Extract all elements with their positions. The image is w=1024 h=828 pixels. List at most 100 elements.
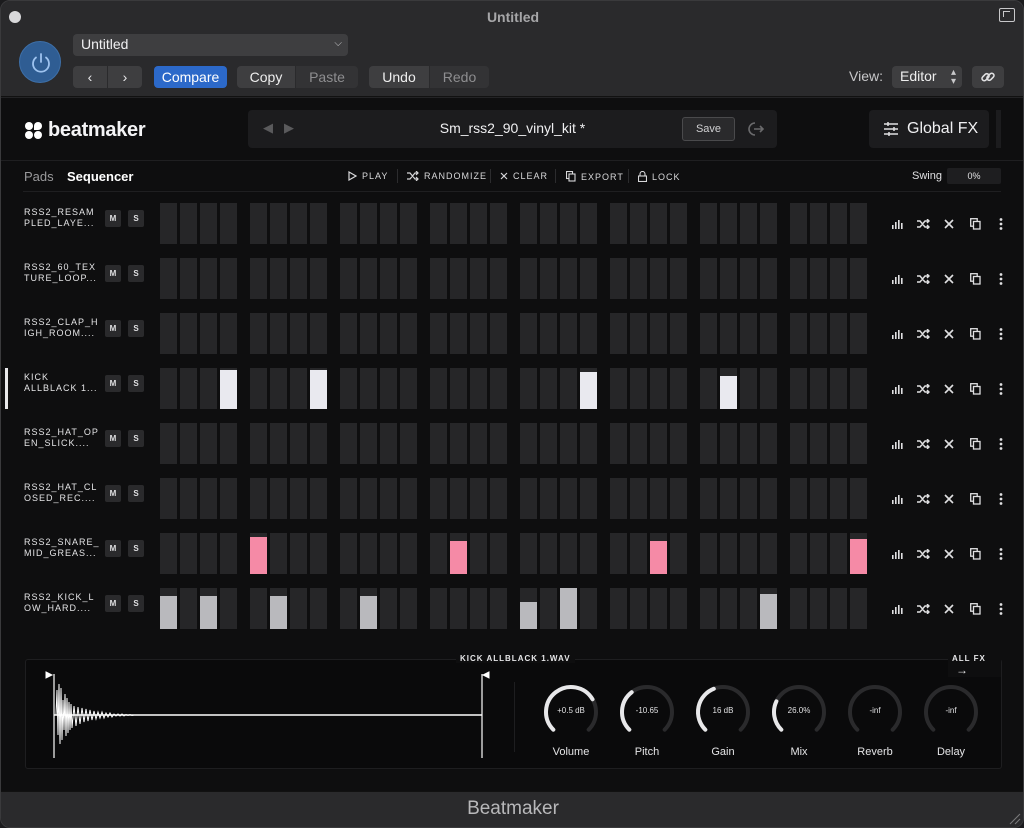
step-cell[interactable] bbox=[650, 478, 667, 519]
step-cell[interactable] bbox=[310, 478, 327, 519]
step-cell[interactable] bbox=[760, 533, 777, 574]
step-cell[interactable] bbox=[610, 368, 627, 409]
step-cell[interactable] bbox=[740, 368, 757, 409]
step-cell[interactable] bbox=[740, 258, 757, 299]
close-icon[interactable] bbox=[936, 270, 962, 288]
solo-button[interactable]: S bbox=[128, 485, 144, 502]
step-cell[interactable] bbox=[490, 533, 507, 574]
step-cell[interactable] bbox=[760, 313, 777, 354]
export-button[interactable]: EXPORT bbox=[566, 171, 624, 182]
step-cell[interactable] bbox=[850, 478, 867, 519]
step-cell[interactable] bbox=[250, 478, 267, 519]
next-preset-button[interactable]: › bbox=[108, 66, 142, 88]
more-vertical-icon[interactable] bbox=[988, 380, 1014, 398]
step-cell[interactable] bbox=[630, 588, 647, 629]
step-cell[interactable] bbox=[470, 588, 487, 629]
shuffle-icon[interactable] bbox=[910, 325, 936, 343]
close-icon[interactable] bbox=[936, 380, 962, 398]
step-cell[interactable] bbox=[490, 478, 507, 519]
step-cell[interactable] bbox=[670, 368, 687, 409]
paste-button[interactable]: Paste bbox=[296, 66, 358, 88]
step-cell[interactable] bbox=[760, 368, 777, 409]
step-cell[interactable] bbox=[540, 478, 557, 519]
play-button[interactable]: PLAY bbox=[348, 171, 388, 181]
step-cell[interactable] bbox=[380, 313, 397, 354]
step-cell[interactable] bbox=[200, 588, 217, 629]
step-cell[interactable] bbox=[540, 423, 557, 464]
step-cell[interactable] bbox=[630, 258, 647, 299]
step-cell[interactable] bbox=[670, 313, 687, 354]
more-vertical-icon[interactable] bbox=[988, 490, 1014, 508]
step-cell[interactable] bbox=[160, 588, 177, 629]
step-cell[interactable] bbox=[220, 478, 237, 519]
close-icon[interactable] bbox=[936, 325, 962, 343]
step-cell[interactable] bbox=[270, 588, 287, 629]
step-cell[interactable] bbox=[790, 533, 807, 574]
step-cell[interactable] bbox=[490, 258, 507, 299]
step-cell[interactable] bbox=[850, 368, 867, 409]
copy-icon[interactable] bbox=[962, 380, 988, 398]
step-cell[interactable] bbox=[720, 533, 737, 574]
step-cell[interactable] bbox=[580, 258, 597, 299]
step-cell[interactable] bbox=[810, 368, 827, 409]
step-cell[interactable] bbox=[610, 203, 627, 244]
step-cell[interactable] bbox=[220, 423, 237, 464]
more-vertical-icon[interactable] bbox=[988, 215, 1014, 233]
step-cell[interactable] bbox=[290, 313, 307, 354]
step-cell[interactable] bbox=[520, 203, 537, 244]
track-name[interactable]: RSS2_RESAM PLED_LAYE... bbox=[24, 207, 100, 229]
step-cell[interactable] bbox=[740, 313, 757, 354]
step-cell[interactable] bbox=[670, 533, 687, 574]
step-cell[interactable] bbox=[220, 313, 237, 354]
step-cell[interactable] bbox=[380, 533, 397, 574]
clear-button[interactable]: CLEAR bbox=[500, 171, 548, 181]
step-cell[interactable] bbox=[360, 478, 377, 519]
step-cell[interactable] bbox=[250, 588, 267, 629]
global-fx-button[interactable]: Global FX bbox=[869, 110, 989, 148]
step-cell[interactable] bbox=[290, 588, 307, 629]
step-cell[interactable] bbox=[580, 588, 597, 629]
step-cell[interactable] bbox=[720, 588, 737, 629]
step-cell[interactable] bbox=[720, 423, 737, 464]
step-cell[interactable] bbox=[180, 313, 197, 354]
step-cell[interactable] bbox=[650, 533, 667, 574]
step-cell[interactable] bbox=[610, 313, 627, 354]
undo-button[interactable]: Undo bbox=[369, 66, 429, 88]
step-cell[interactable] bbox=[830, 313, 847, 354]
step-cell[interactable] bbox=[760, 588, 777, 629]
preset-select[interactable]: Untitled ⌵ bbox=[73, 34, 348, 56]
step-cell[interactable] bbox=[340, 203, 357, 244]
track-name[interactable]: RSS2_HAT_OP EN_SLICK.... bbox=[24, 427, 100, 449]
step-cell[interactable] bbox=[430, 478, 447, 519]
step-cell[interactable] bbox=[400, 533, 417, 574]
step-cell[interactable] bbox=[490, 368, 507, 409]
waveform-view[interactable] bbox=[26, 660, 494, 768]
step-cell[interactable] bbox=[720, 203, 737, 244]
step-cell[interactable] bbox=[490, 203, 507, 244]
track-name[interactable]: RSS2_HAT_CL OSED_REC.... bbox=[24, 482, 100, 504]
step-cell[interactable] bbox=[700, 588, 717, 629]
step-cell[interactable] bbox=[360, 368, 377, 409]
step-cell[interactable] bbox=[700, 423, 717, 464]
step-cell[interactable] bbox=[580, 368, 597, 409]
step-cell[interactable] bbox=[430, 368, 447, 409]
step-cell[interactable] bbox=[270, 368, 287, 409]
step-cell[interactable] bbox=[850, 423, 867, 464]
step-cell[interactable] bbox=[450, 203, 467, 244]
track-name[interactable]: RSS2_KICK_L OW_HARD.... bbox=[24, 592, 100, 614]
step-cell[interactable] bbox=[670, 203, 687, 244]
step-cell[interactable] bbox=[450, 478, 467, 519]
step-cell[interactable] bbox=[520, 533, 537, 574]
step-cell[interactable] bbox=[790, 588, 807, 629]
close-icon[interactable] bbox=[936, 490, 962, 508]
step-cell[interactable] bbox=[340, 478, 357, 519]
step-cell[interactable] bbox=[400, 203, 417, 244]
step-cell[interactable] bbox=[760, 478, 777, 519]
step-cell[interactable] bbox=[720, 478, 737, 519]
step-cell[interactable] bbox=[310, 423, 327, 464]
step-cell[interactable] bbox=[470, 313, 487, 354]
close-icon[interactable] bbox=[936, 215, 962, 233]
more-vertical-icon[interactable] bbox=[988, 545, 1014, 563]
step-cell[interactable] bbox=[560, 313, 577, 354]
all-fx-button[interactable]: ALL FX → bbox=[948, 654, 1001, 677]
